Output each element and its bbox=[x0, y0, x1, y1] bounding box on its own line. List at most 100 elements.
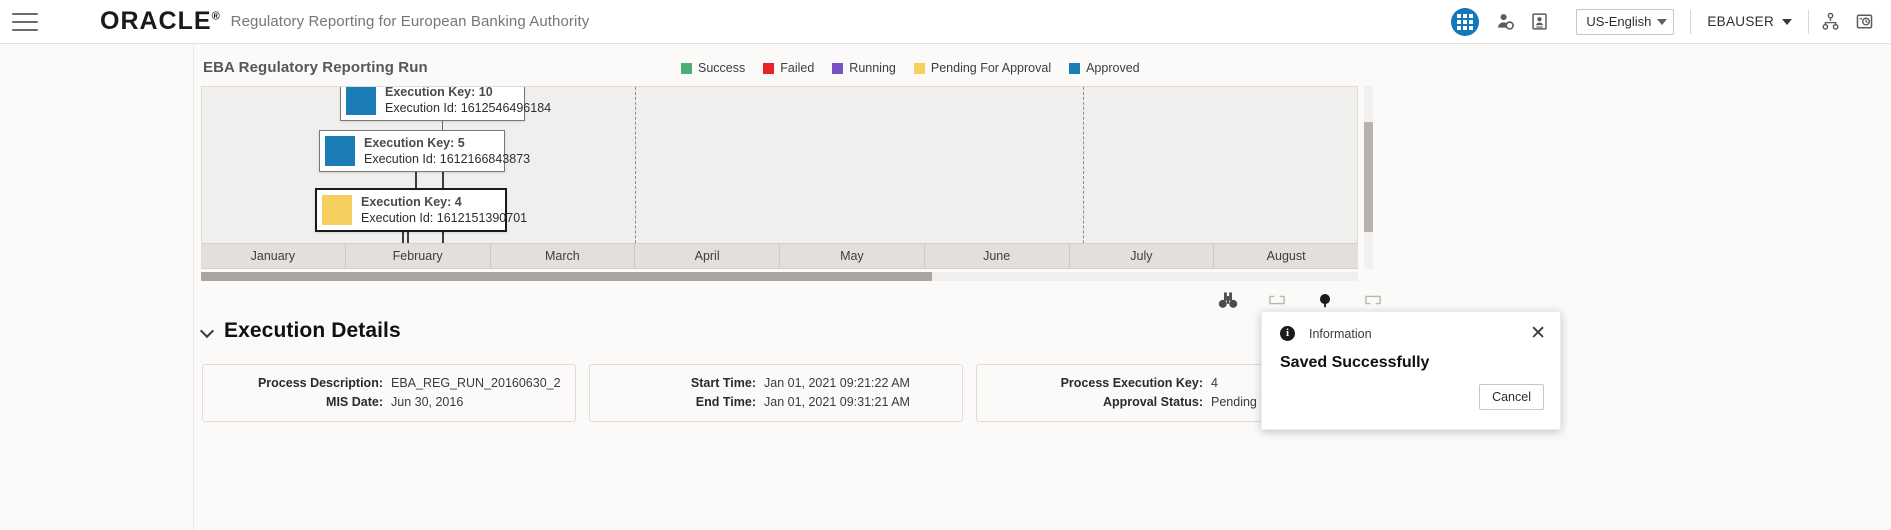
close-icon[interactable]: ✕ bbox=[1528, 324, 1548, 343]
timeline-horizontal-scrollbar-thumb[interactable] bbox=[201, 272, 932, 281]
binoculars-icon[interactable] bbox=[1218, 291, 1238, 309]
execution-detail-card: Start Time: Jan 01, 2021 09:21:22 AM End T… bbox=[589, 364, 963, 422]
detail-label: End Time: bbox=[695, 395, 756, 409]
detail-row: Process Description: EBA_REG_RUN_20160630… bbox=[217, 374, 561, 393]
information-toast: i Information ✕ Saved Successfully Cance… bbox=[1261, 311, 1561, 430]
page-title: EBA Regulatory Reporting Run bbox=[203, 59, 428, 76]
clock-history-icon[interactable] bbox=[1847, 5, 1881, 39]
execution-details-title: Execution Details bbox=[224, 319, 401, 342]
detail-value: Jan 01, 2021 09:31:21 AM bbox=[764, 395, 910, 409]
node-text: Execution Key: 10 Execution Id: 161254649… bbox=[385, 86, 552, 116]
page-body: EBA Regulatory Reporting Run Success Fail… bbox=[0, 44, 1891, 530]
oracle-logo: ORACLE® bbox=[100, 9, 221, 34]
legend-label: Approved bbox=[1086, 61, 1140, 75]
legend-swatch bbox=[832, 62, 844, 74]
toast-message: Saved Successfully bbox=[1280, 354, 1430, 371]
month-cell: August bbox=[1266, 249, 1306, 263]
legend-label: Failed bbox=[780, 61, 815, 75]
timeline-node[interactable]: Execution Key: 10 Execution Id: 161254649… bbox=[340, 87, 551, 121]
zoom-out-icon[interactable] bbox=[1268, 292, 1286, 308]
legend-item-failed: Failed bbox=[763, 61, 814, 75]
execution-detail-card: Process Description: EBA_REG_RUN_20160630… bbox=[202, 364, 576, 422]
node-execution-key: Execution Key: 5 bbox=[364, 136, 465, 150]
zoom-in-icon[interactable] bbox=[1364, 292, 1382, 308]
quarter-divider bbox=[1083, 87, 1085, 268]
node-execution-key: Execution Key: 10 bbox=[385, 86, 493, 99]
chart-toolbar bbox=[1218, 291, 1382, 309]
month-cell: July bbox=[1070, 244, 1215, 268]
user-name: EBAUSER bbox=[1707, 14, 1774, 29]
detail-value: 4 bbox=[1211, 376, 1218, 391]
chart-legend: Success Failed Running Pending For Approval… bbox=[681, 61, 1140, 75]
legend-swatch bbox=[681, 62, 692, 74]
detail-label: Start Time: bbox=[690, 376, 756, 391]
legend-item-pending-for-approval: Pending For Approval bbox=[913, 61, 1051, 75]
divider bbox=[1808, 9, 1809, 34]
apps-grid-icon[interactable] bbox=[1451, 7, 1480, 36]
node-text: Execution Key: 5 Execution Id: 1612166843… bbox=[364, 135, 530, 167]
legend-label: Success bbox=[698, 61, 746, 75]
app-subtitle: Regulatory Reporting for European Bankin… bbox=[230, 13, 590, 30]
month-cell: March bbox=[491, 244, 636, 268]
month-cell: May bbox=[780, 244, 925, 268]
node-execution-id: Execution Id: 1612546496184 bbox=[385, 101, 552, 115]
node-execution-key: Execution Key: 4 bbox=[361, 195, 462, 209]
legend-label: Running bbox=[849, 61, 896, 75]
node-execution-id: Execution Id: 1612166843873 bbox=[364, 152, 531, 166]
legend-swatch bbox=[1069, 62, 1081, 74]
timeline-node[interactable]: Execution Key: 5 Execution Id: 1612166843… bbox=[319, 130, 530, 172]
registered-trademark-icon: ® bbox=[211, 10, 221, 23]
content-surface: EBA Regulatory Reporting Run Success Fail… bbox=[193, 44, 1891, 530]
legend-swatch bbox=[913, 62, 925, 74]
detail-row: Start Time: Jan 01, 2021 09:21:22 AM bbox=[604, 374, 948, 393]
execution-details-cards: Process Description: EBA_REG_RUN_20160630… bbox=[202, 364, 1350, 422]
timeline-vertical-scrollbar-thumb[interactable] bbox=[1364, 122, 1373, 232]
detail-value: Jun 30, 2016 bbox=[391, 395, 464, 409]
node-status-swatch bbox=[346, 87, 376, 115]
detail-label: Process Execution Key: bbox=[1060, 376, 1203, 391]
chevron-down-icon bbox=[1657, 18, 1668, 25]
node-status-swatch bbox=[325, 136, 355, 166]
chevron-down-icon bbox=[202, 325, 214, 337]
user-menu[interactable]: EBAUSER bbox=[1695, 14, 1804, 29]
oracle-wordmark: ORACLE bbox=[100, 7, 212, 35]
org-chart-icon[interactable] bbox=[1813, 5, 1847, 39]
detail-label: Approval Status: bbox=[1102, 395, 1203, 409]
node-execution-id: Execution Id: 1612151390701 bbox=[361, 211, 528, 225]
id-card-icon[interactable] bbox=[1522, 5, 1556, 39]
detail-row: End Time: Jan 01, 2021 09:31:21 AM bbox=[604, 393, 948, 412]
toast-kind-label: Information bbox=[1309, 326, 1372, 341]
month-cell: January bbox=[201, 244, 346, 268]
detail-label: MIS Date: bbox=[326, 395, 383, 409]
toast-actions: Cancel bbox=[1262, 372, 1560, 410]
fit-icon[interactable] bbox=[1316, 291, 1334, 309]
info-icon: i bbox=[1280, 326, 1295, 341]
user-settings-icon[interactable] bbox=[1488, 5, 1522, 39]
language-value: US-English bbox=[1586, 14, 1652, 29]
timeline-node[interactable]: Execution Key: 4 Execution Id: 1612151390… bbox=[315, 188, 527, 232]
month-cell: February bbox=[346, 244, 491, 268]
month-cell: June bbox=[925, 244, 1070, 268]
node-text: Execution Key: 4 Execution Id: 1612151390… bbox=[361, 194, 527, 226]
chevron-down-icon bbox=[1782, 18, 1792, 25]
toast-header: i Information ✕ bbox=[1262, 312, 1560, 343]
legend-swatch bbox=[763, 62, 775, 74]
detail-row: MIS Date: Jun 30, 2016 bbox=[217, 393, 561, 412]
legend-item-running: Running bbox=[832, 61, 896, 75]
divider bbox=[1690, 9, 1692, 34]
hamburger-icon[interactable] bbox=[12, 12, 38, 31]
execution-details-toggle[interactable]: Execution Details bbox=[202, 319, 401, 343]
detail-value: Jan 01, 2021 09:21:22 AM bbox=[764, 376, 910, 391]
cancel-button[interactable]: Cancel bbox=[1479, 384, 1544, 410]
node-status-swatch bbox=[322, 195, 352, 225]
header-actions: US-English EBAUSER bbox=[1442, 0, 1891, 44]
detail-label: Process Description: bbox=[257, 376, 383, 391]
detail-value: EBA_REG_RUN_20160630_2 bbox=[391, 376, 561, 391]
language-select[interactable]: US-English bbox=[1576, 8, 1675, 35]
month-axis: January February March April May June July Augu… bbox=[201, 243, 1358, 269]
legend-item-success: Success bbox=[681, 61, 745, 75]
month-cell: April bbox=[635, 244, 780, 268]
app-header: ORACLE® Regulatory Reporting for Europea… bbox=[0, 0, 1891, 44]
legend-item-approved: Approved bbox=[1069, 61, 1140, 75]
execution-timeline[interactable]: JanuaryAprilJuly Execution Key: 10Execut… bbox=[201, 86, 1358, 269]
